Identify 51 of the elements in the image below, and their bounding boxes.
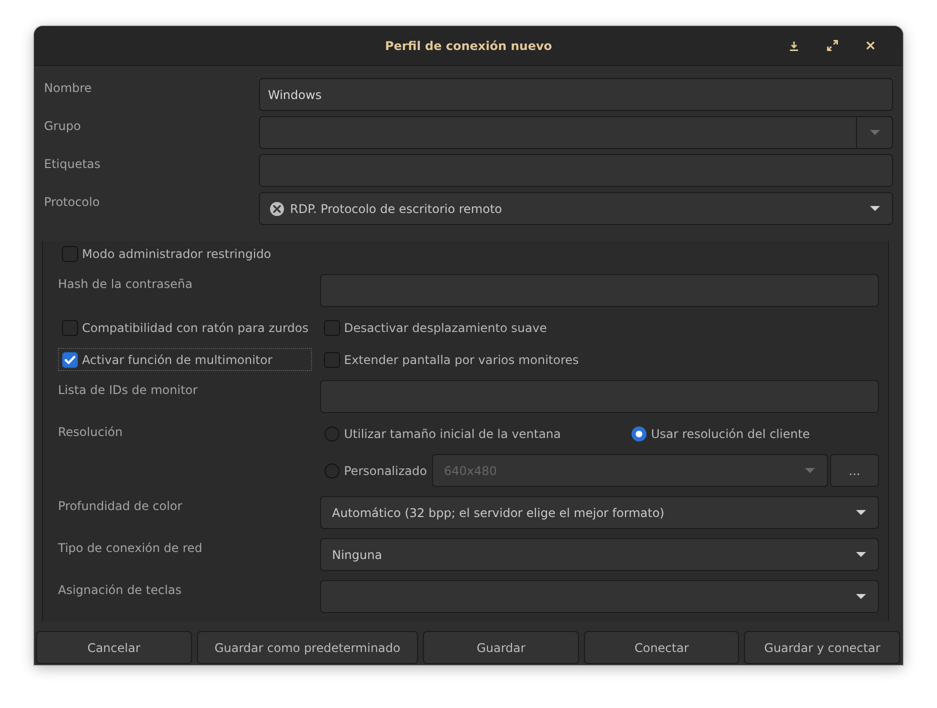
ellipsis-button[interactable]: ... (830, 454, 879, 487)
radio-option[interactable]: Usar resolución del cliente (627, 422, 814, 445)
checkbox-option[interactable]: Activar función de multimonitor (58, 348, 312, 371)
cancel-button[interactable]: Cancelar (36, 631, 192, 664)
caret-down-icon (856, 552, 866, 557)
close-icon[interactable] (866, 41, 875, 50)
checkbox-option[interactable]: Modo administrador restringido (58, 242, 276, 265)
checkbox[interactable] (324, 352, 340, 368)
field-label: Asignación de teclas (58, 582, 183, 597)
radio-button[interactable] (631, 426, 647, 442)
radio-button[interactable] (324, 426, 340, 442)
caret-down-icon (870, 130, 880, 135)
save-button[interactable]: Guardar (423, 631, 579, 664)
dropdown[interactable]: Ninguna (320, 538, 879, 571)
field-label: Resolución (58, 424, 124, 439)
caret-down-icon (805, 468, 815, 473)
dropdown[interactable]: Automático (32 bpp; el servidor elige el mejor formato) (320, 496, 879, 529)
arrow-down-icon[interactable] (789, 40, 799, 50)
field-label: Grupo (44, 118, 82, 135)
field-label: Nombre (44, 80, 93, 97)
text-field[interactable] (259, 154, 893, 187)
window-title: Perfil de conexión nuevo (384, 38, 552, 52)
save-default-button[interactable]: Guardar como predeterminado (196, 631, 418, 664)
field-label: Tipo de conexión de red (58, 540, 204, 555)
checkbox-option[interactable]: Compatibilidad con ratón para zurdos (58, 316, 312, 339)
combo-entry-field[interactable] (259, 116, 893, 149)
connect-button[interactable]: Conectar (584, 631, 740, 664)
field-label: Profundidad de color (58, 498, 184, 513)
caret-down-icon (870, 206, 880, 211)
checkbox[interactable] (62, 246, 78, 262)
field-label: Lista de IDs de monitor (58, 382, 199, 397)
checkbox[interactable] (62, 320, 78, 336)
radio-button[interactable] (324, 462, 340, 478)
text-field[interactable] (320, 274, 879, 307)
radio-option[interactable]: Personalizado (320, 459, 431, 482)
save-connect-button[interactable]: Guardar y conectar (744, 631, 900, 664)
caret-down-icon (856, 594, 866, 599)
caret-down-icon (856, 510, 866, 515)
text-field[interactable]: Windows (259, 78, 893, 111)
dropdown[interactable]: RDP. Protocolo de escritorio remoto (259, 192, 893, 225)
dropdown[interactable] (320, 580, 879, 613)
field-label: Protocolo (44, 194, 101, 211)
field-label: Hash de la contraseña (58, 276, 194, 291)
text-field[interactable] (320, 380, 879, 413)
checkbox-option[interactable]: Extender pantalla por varios monitores (320, 348, 583, 371)
checkbox[interactable] (62, 352, 78, 368)
checkbox[interactable] (324, 320, 340, 336)
radio-option[interactable]: Utilizar tamaño inicial de la ventana (320, 422, 565, 445)
field-label: Etiquetas (44, 156, 102, 173)
checkbox-option[interactable]: Desactivar desplazamiento suave (320, 316, 551, 339)
expand-icon[interactable] (827, 40, 838, 51)
